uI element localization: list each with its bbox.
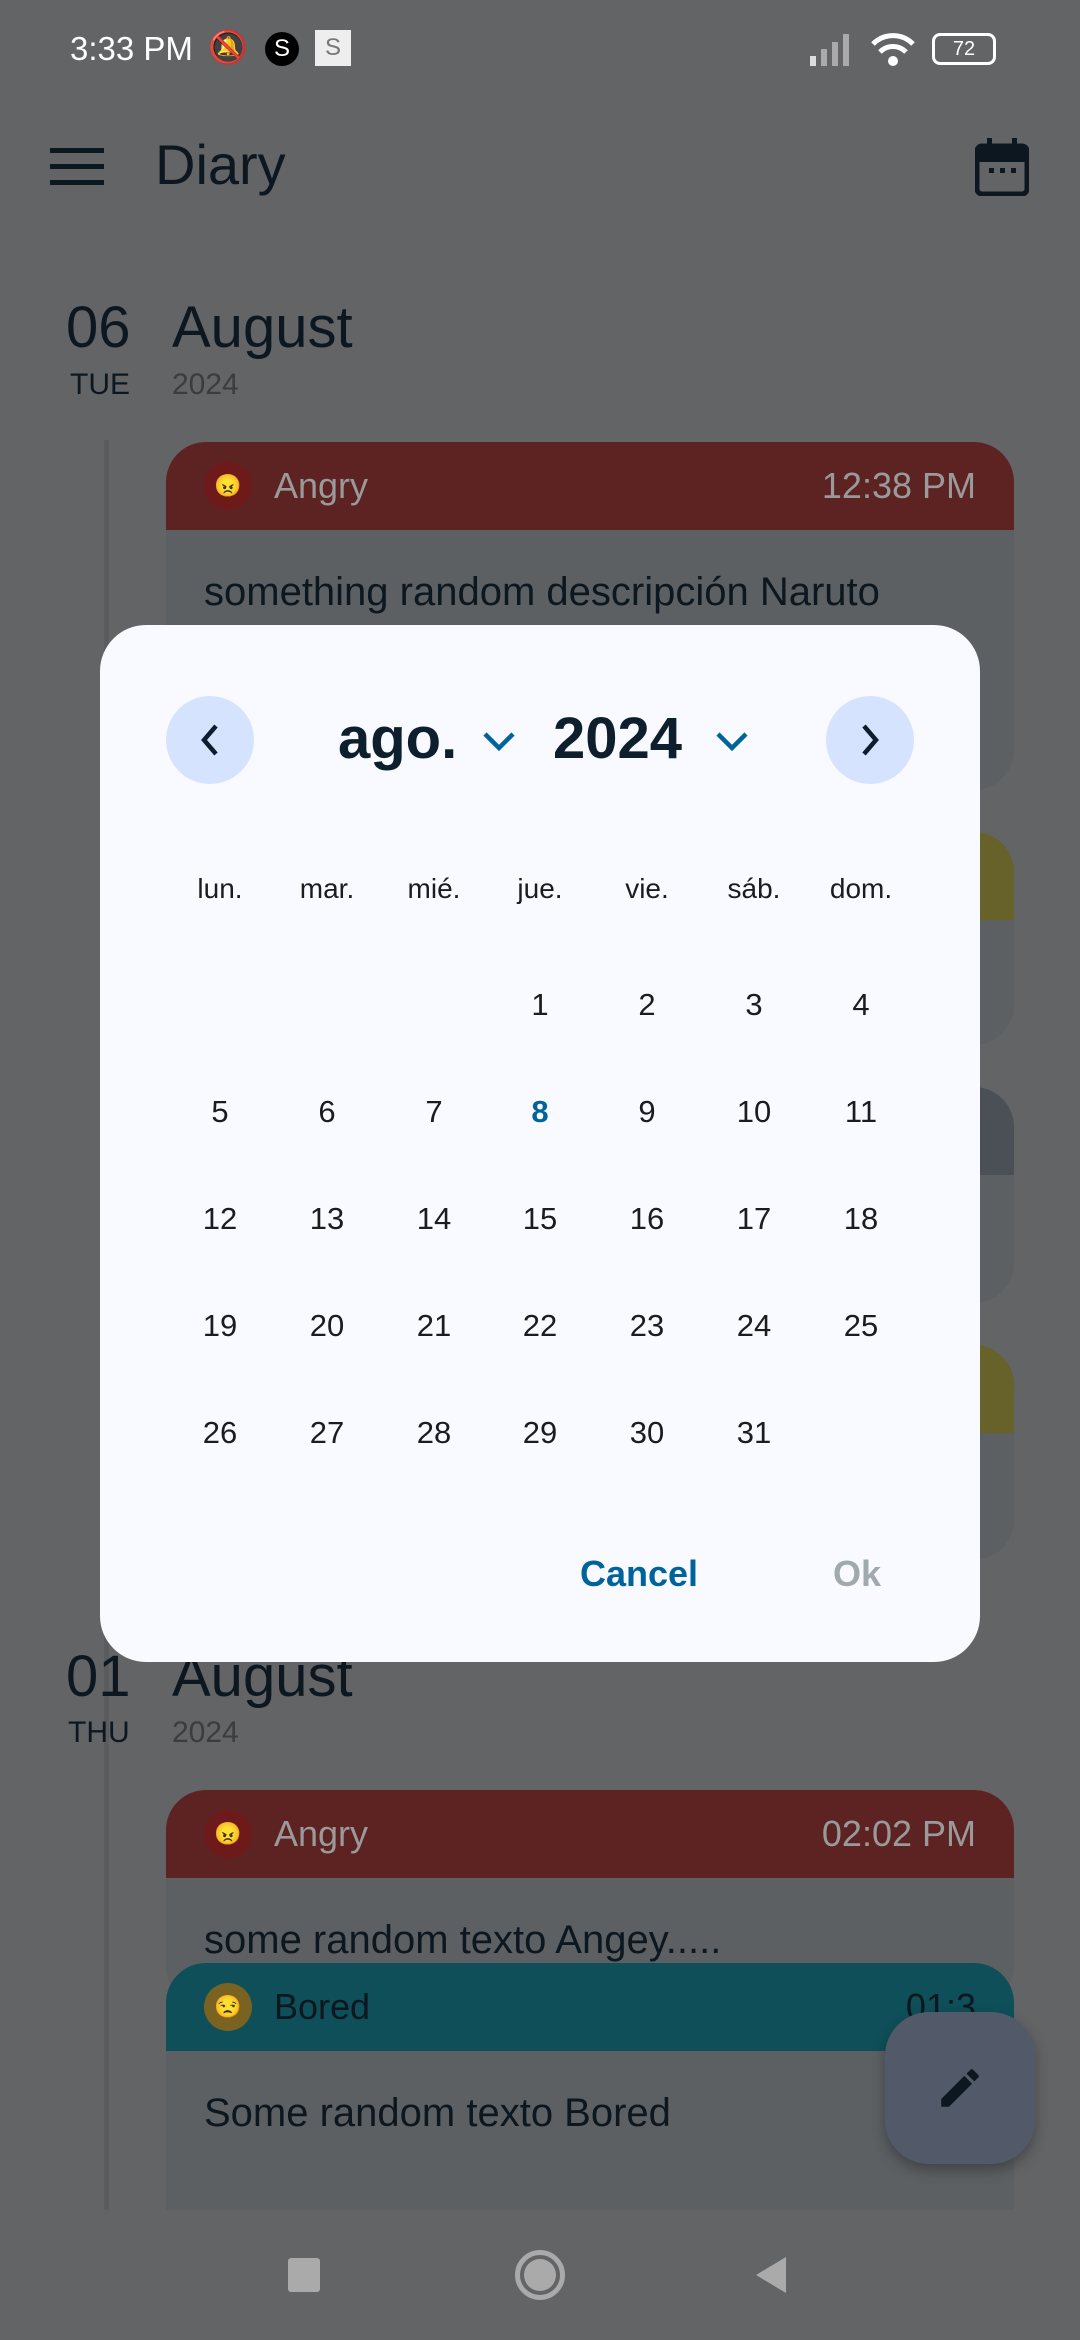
calendar-day[interactable]: 1 — [490, 980, 590, 1030]
chevron-down-icon[interactable] — [715, 730, 749, 752]
section-year: 2024 — [172, 1716, 239, 1749]
menu-icon — [50, 148, 104, 185]
date-picker-dialog: ago. 2024 lun. mar. mié. jue. vie. sáb. dom. 1… — [100, 625, 980, 1662]
entry-mood: Angry — [274, 465, 369, 506]
section-weekday: TUE — [70, 368, 130, 401]
calendar-day[interactable]: 15 — [490, 1194, 590, 1244]
app-s-square-icon: S — [315, 30, 351, 66]
calendar-day[interactable]: 12 — [170, 1194, 270, 1244]
calendar-day[interactable]: 14 — [384, 1194, 484, 1244]
app-s-icon: S — [265, 32, 299, 66]
weekday-header: mar. — [299, 873, 355, 904]
calendar-day[interactable]: 13 — [277, 1194, 377, 1244]
angry-emoji-icon: 😠 — [204, 1810, 252, 1858]
section-year: 2024 — [172, 368, 239, 401]
calendar-day[interactable]: 26 — [170, 1408, 270, 1458]
section-day: 06 — [66, 295, 131, 360]
menu-button[interactable] — [50, 148, 104, 191]
calendar-day[interactable]: 16 — [597, 1194, 697, 1244]
calendar-day[interactable]: 29 — [490, 1408, 590, 1458]
status-bar: 3:33 PM 🔕 S S 72 — [0, 0, 1080, 95]
calendar-day[interactable]: 30 — [597, 1408, 697, 1458]
battery-level: 72 — [952, 38, 976, 60]
calendar-button[interactable] — [974, 138, 1030, 201]
weekday-header: jue. — [517, 873, 563, 904]
calendar-day[interactable]: 5 — [170, 1087, 270, 1137]
pencil-icon — [941, 2069, 979, 2107]
angry-emoji-icon: 😠 — [204, 462, 252, 510]
calendar-day[interactable]: 20 — [277, 1301, 377, 1351]
calendar-day[interactable]: 22 — [490, 1301, 590, 1351]
entry-mood: Angry — [274, 1813, 369, 1854]
calendar-day[interactable]: 28 — [384, 1408, 484, 1458]
calendar-day[interactable]: 3 — [704, 980, 804, 1030]
calendar-day[interactable]: 4 — [811, 980, 911, 1030]
calendar-day[interactable]: 23 — [597, 1301, 697, 1351]
weekday-header: mié. — [407, 873, 461, 904]
weekday-header: lun. — [197, 873, 243, 904]
status-time: 3:33 PM — [70, 30, 193, 67]
year-selector[interactable]: 2024 — [553, 705, 682, 772]
calendar-day[interactable]: 25 — [811, 1301, 911, 1351]
calendar-day[interactable]: 6 — [277, 1087, 377, 1137]
weekday-header: sáb. — [727, 873, 781, 904]
entry-time: 02:02 PM — [821, 1813, 976, 1854]
section-month: August — [172, 295, 353, 360]
cancel-button[interactable]: Cancel — [580, 1553, 698, 1595]
section-weekday: THU — [68, 1716, 130, 1749]
calendar-day[interactable]: 11 — [811, 1087, 911, 1137]
chevron-down-icon[interactable] — [482, 730, 516, 752]
back-button[interactable] — [752, 2255, 788, 2295]
calendar-day[interactable]: 21 — [384, 1301, 484, 1351]
home-button[interactable] — [515, 2250, 565, 2300]
next-month-button[interactable] — [826, 696, 914, 784]
entry-mood: Bored — [274, 1986, 371, 2027]
entry-time: 12:38 PM — [821, 465, 976, 506]
calendar-day[interactable]: 10 — [704, 1087, 804, 1137]
signal-icon — [810, 34, 849, 66]
chevron-left-icon — [201, 724, 218, 756]
calendar-day[interactable]: 19 — [170, 1301, 270, 1351]
calendar-day[interactable]: 2 — [597, 980, 697, 1030]
weekday-header: vie. — [625, 873, 669, 904]
wifi-icon — [871, 33, 915, 66]
calendar-day[interactable]: 18 — [811, 1194, 911, 1244]
new-entry-fab[interactable] — [885, 2012, 1035, 2164]
calendar-day[interactable]: 27 — [277, 1408, 377, 1458]
battery-icon: 72 — [932, 33, 996, 65]
calendar-day[interactable]: 24 — [704, 1301, 804, 1351]
calendar-day-today[interactable]: 8 — [490, 1087, 590, 1137]
calendar-day[interactable]: 9 — [597, 1087, 697, 1137]
weekday-header: dom. — [829, 873, 893, 904]
chevron-right-icon — [862, 724, 879, 756]
ok-button[interactable]: Ok — [833, 1553, 881, 1595]
calendar-day[interactable]: 7 — [384, 1087, 484, 1137]
bored-emoji-icon: 😒 — [204, 1983, 252, 2031]
month-selector[interactable]: ago. — [338, 705, 457, 772]
page-title: Diary — [155, 133, 286, 196]
calendar-day[interactable]: 17 — [704, 1194, 804, 1244]
mute-icon: 🔕 — [208, 29, 248, 65]
recents-button[interactable] — [288, 2258, 320, 2292]
previous-month-button[interactable] — [166, 696, 254, 784]
calendar-day[interactable]: 31 — [704, 1408, 804, 1458]
calendar-icon — [974, 138, 1030, 197]
